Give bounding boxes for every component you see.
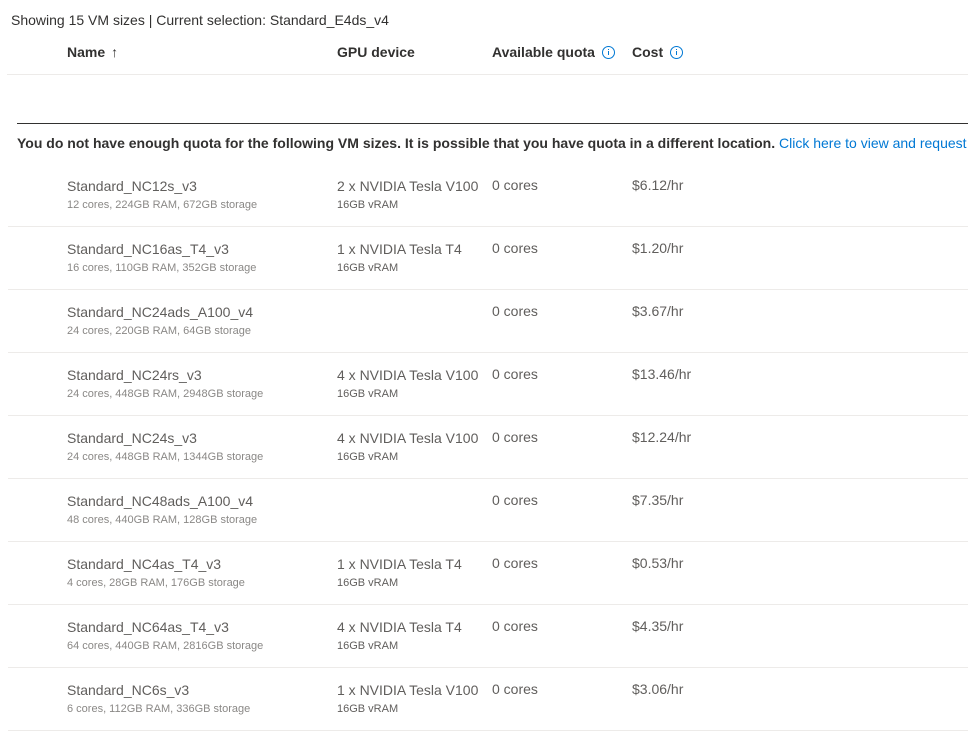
vm-name-cell: Standard_NC48ads_A100_v4 48 cores, 440GB…	[67, 492, 257, 527]
column-header-quota-label: Available quota	[492, 44, 595, 60]
gpu-cell: 4 x NVIDIA Tesla V100 16GB vRAM	[337, 366, 478, 401]
gpu-vram: 16GB vRAM	[337, 577, 399, 589]
table-row[interactable]: Standard_NC16as_T4_v3 16 cores, 110GB RA…	[8, 227, 968, 290]
vm-name: Standard_NC12s_v3	[67, 178, 197, 194]
cost-per-hour: $6.12/hr	[632, 177, 684, 193]
gpu-cell: 1 x NVIDIA Tesla T4 16GB vRAM	[337, 555, 462, 590]
vm-specs: 24 cores, 448GB RAM, 1344GB storage	[67, 451, 264, 463]
column-header-cost[interactable]: Cost	[632, 44, 684, 60]
cost-info-icon[interactable]	[670, 45, 684, 59]
gpu-vram: 16GB vRAM	[337, 703, 399, 715]
vm-name: Standard_NC24s_v3	[67, 430, 197, 446]
vm-specs: 24 cores, 448GB RAM, 2948GB storage	[67, 388, 264, 400]
column-header-gpu-label: GPU device	[337, 44, 415, 60]
gpu-vram: 16GB vRAM	[337, 451, 399, 463]
vm-size-list: Standard_NC12s_v3 12 cores, 224GB RAM, 6…	[8, 164, 968, 731]
cost-per-hour: $12.24/hr	[632, 429, 692, 445]
vm-name-cell: Standard_NC24rs_v3 24 cores, 448GB RAM, …	[67, 366, 263, 401]
vm-specs: 16 cores, 110GB RAM, 352GB storage	[67, 262, 257, 274]
gpu-cell: 4 x NVIDIA Tesla T4 16GB vRAM	[337, 618, 462, 653]
available-quota: 0 cores	[492, 492, 538, 508]
quota-warning-banner: You do not have enough quota for the fol…	[17, 135, 968, 151]
cost-per-hour: $7.35/hr	[632, 492, 684, 508]
vm-specs: 24 cores, 220GB RAM, 64GB storage	[67, 325, 252, 337]
available-quota: 0 cores	[492, 303, 538, 319]
cost-per-hour: $13.46/hr	[632, 366, 692, 382]
vm-name-cell: Standard_NC24s_v3 24 cores, 448GB RAM, 1…	[67, 429, 263, 464]
gpu-vram: 16GB vRAM	[337, 199, 399, 211]
available-quota: 0 cores	[492, 240, 538, 256]
vm-name: Standard_NC16as_T4_v3	[67, 241, 229, 257]
gpu-device: 1 x NVIDIA Tesla T4	[337, 241, 462, 257]
gpu-vram: 16GB vRAM	[337, 262, 399, 274]
gpu-device: 4 x NVIDIA Tesla T4	[337, 619, 462, 635]
cost-per-hour: $3.67/hr	[632, 303, 684, 319]
cost-per-hour: $3.06/hr	[632, 681, 684, 697]
cost-per-hour: $1.20/hr	[632, 240, 684, 256]
cost-per-hour: $0.53/hr	[632, 555, 684, 571]
table-row[interactable]: Standard_NC48ads_A100_v4 48 cores, 440GB…	[8, 479, 968, 542]
gpu-device: 1 x NVIDIA Tesla V100	[337, 682, 479, 698]
gpu-device: 4 x NVIDIA Tesla V100	[337, 430, 479, 446]
gpu-device: 2 x NVIDIA Tesla V100	[337, 178, 479, 194]
gpu-cell: 1 x NVIDIA Tesla T4 16GB vRAM	[337, 240, 462, 275]
table-row[interactable]: Standard_NC24s_v3 24 cores, 448GB RAM, 1…	[8, 416, 968, 479]
column-header-name-label: Name	[67, 44, 106, 60]
column-header-gpu[interactable]: GPU device	[337, 44, 415, 60]
quota-info-icon[interactable]	[601, 45, 615, 59]
gpu-cell: 4 x NVIDIA Tesla V100 16GB vRAM	[337, 429, 478, 464]
gpu-device: 1 x NVIDIA Tesla T4	[337, 556, 462, 572]
vm-name-cell: Standard_NC4as_T4_v3 4 cores, 28GB RAM, …	[67, 555, 245, 590]
gpu-vram: 16GB vRAM	[337, 388, 399, 400]
vm-specs: 48 cores, 440GB RAM, 128GB storage	[67, 514, 258, 526]
vm-name: Standard_NC24rs_v3	[67, 367, 202, 383]
vm-name-cell: Standard_NC6s_v3 6 cores, 112GB RAM, 336…	[67, 681, 250, 716]
gpu-cell: 2 x NVIDIA Tesla V100 16GB vRAM	[337, 177, 478, 212]
vm-specs: 4 cores, 28GB RAM, 176GB storage	[67, 577, 245, 589]
column-header-quota[interactable]: Available quota	[492, 44, 615, 60]
column-header-cost-label: Cost	[632, 44, 664, 60]
vm-name: Standard_NC48ads_A100_v4	[67, 493, 254, 509]
available-quota: 0 cores	[492, 177, 538, 193]
gpu-device: 4 x NVIDIA Tesla V100	[337, 367, 479, 383]
vm-specs: 64 cores, 440GB RAM, 2816GB storage	[67, 640, 264, 652]
table-header: Name ↑ GPU device Available quota Cost	[7, 40, 968, 75]
available-quota: 0 cores	[492, 618, 538, 634]
sort-ascending-icon: ↑	[111, 44, 119, 60]
table-row[interactable]: Standard_NC12s_v3 12 cores, 224GB RAM, 6…	[8, 164, 968, 227]
vm-name: Standard_NC6s_v3	[67, 682, 190, 698]
quota-warning-message: You do not have enough quota for the fol…	[17, 135, 776, 151]
available-quota: 0 cores	[492, 366, 538, 382]
vm-name: Standard_NC64as_T4_v3	[67, 619, 229, 635]
vm-name-cell: Standard_NC64as_T4_v3 64 cores, 440GB RA…	[67, 618, 263, 653]
available-quota: 0 cores	[492, 555, 538, 571]
table-row[interactable]: Standard_NC4as_T4_v3 4 cores, 28GB RAM, …	[8, 542, 968, 605]
table-row[interactable]: Standard_NC24ads_A100_v4 24 cores, 220GB…	[8, 290, 968, 353]
request-quota-link[interactable]: Click here to view and request quota	[779, 135, 968, 151]
vm-name-cell: Standard_NC12s_v3 12 cores, 224GB RAM, 6…	[67, 177, 257, 212]
vm-name: Standard_NC4as_T4_v3	[67, 556, 222, 572]
cost-per-hour: $4.35/hr	[632, 618, 684, 634]
available-quota: 0 cores	[492, 429, 538, 445]
vm-name-cell: Standard_NC16as_T4_v3 16 cores, 110GB RA…	[67, 240, 256, 275]
table-row[interactable]: Standard_NC64as_T4_v3 64 cores, 440GB RA…	[8, 605, 968, 668]
section-divider	[17, 123, 968, 124]
table-row[interactable]: Standard_NC6s_v3 6 cores, 112GB RAM, 336…	[8, 668, 968, 731]
available-quota: 0 cores	[492, 681, 538, 697]
selection-summary: Showing 15 VM sizes | Current selection:…	[11, 12, 389, 28]
gpu-cell: 1 x NVIDIA Tesla V100 16GB vRAM	[337, 681, 478, 716]
column-header-name[interactable]: Name ↑	[67, 44, 118, 60]
gpu-vram: 16GB vRAM	[337, 640, 399, 652]
vm-name: Standard_NC24ads_A100_v4	[67, 304, 254, 320]
table-row[interactable]: Standard_NC24rs_v3 24 cores, 448GB RAM, …	[8, 353, 968, 416]
vm-name-cell: Standard_NC24ads_A100_v4 24 cores, 220GB…	[67, 303, 253, 338]
vm-specs: 12 cores, 224GB RAM, 672GB storage	[67, 199, 258, 211]
vm-specs: 6 cores, 112GB RAM, 336GB storage	[67, 703, 251, 715]
